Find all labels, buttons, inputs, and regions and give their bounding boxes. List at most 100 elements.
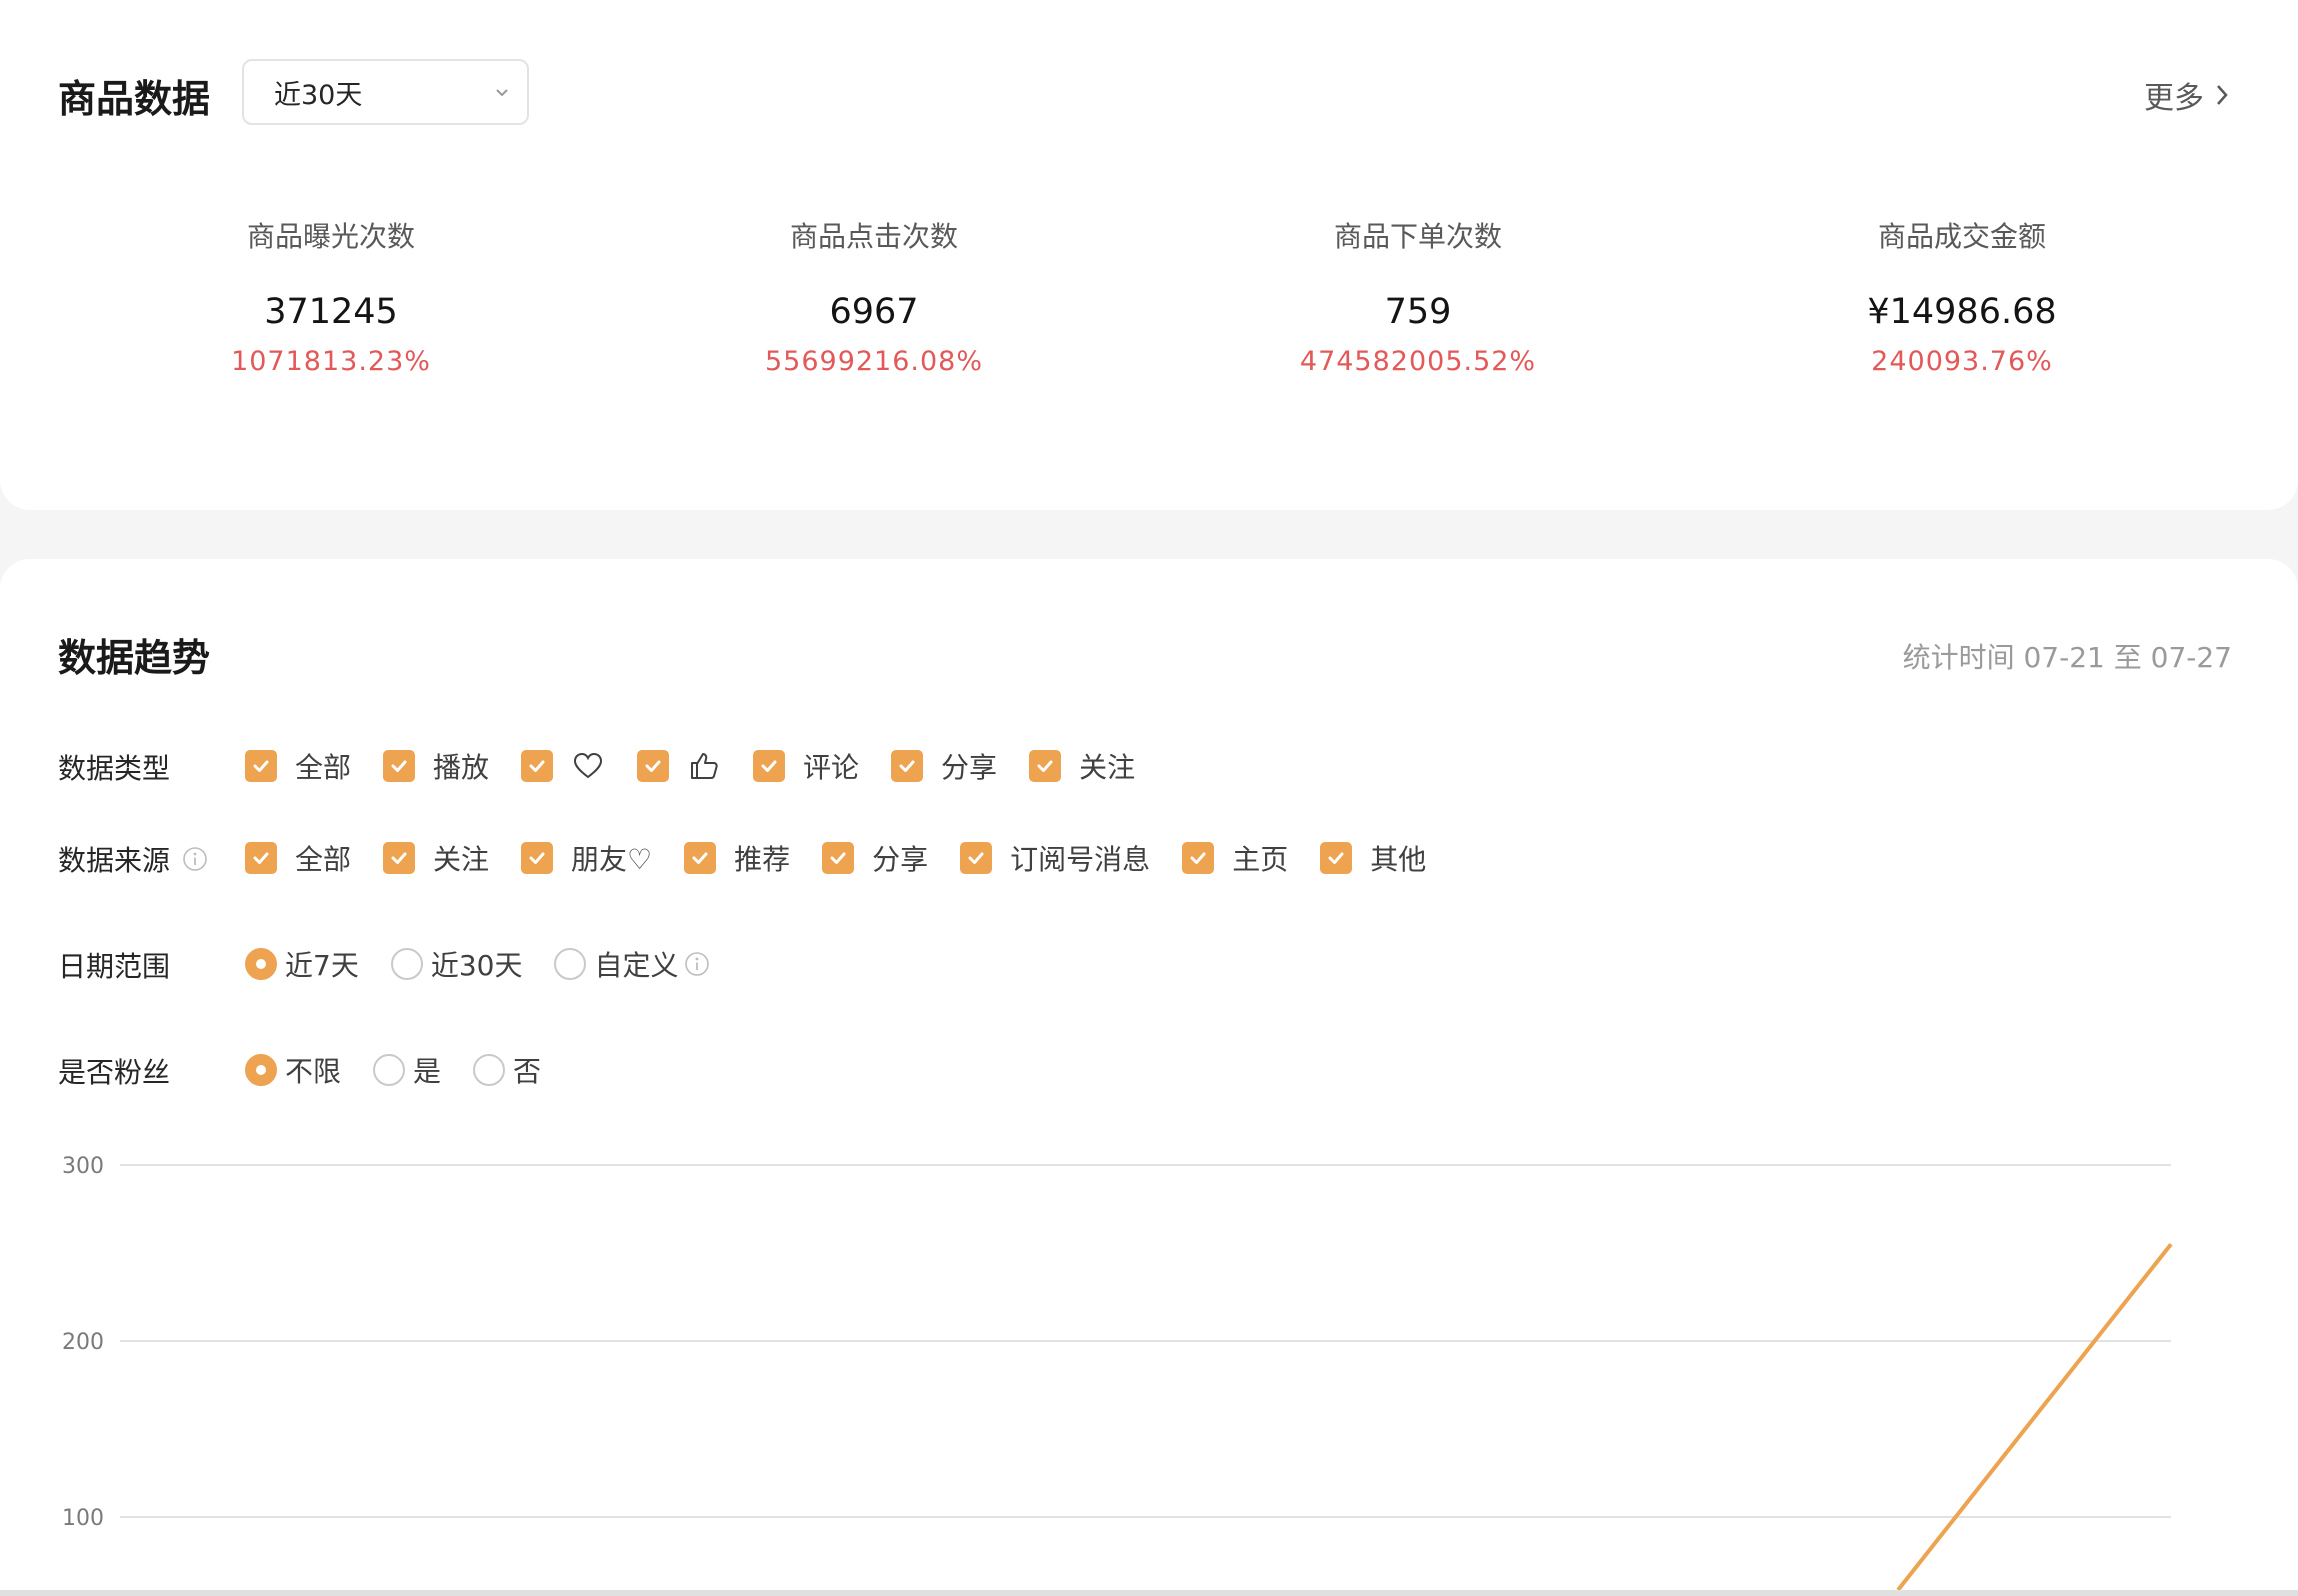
data-source-all[interactable]: 全部 — [245, 838, 351, 878]
data-source-share[interactable]: 分享 — [822, 838, 928, 878]
checkbox-checked[interactable] — [753, 750, 786, 782]
option-label: 全部 — [295, 843, 352, 876]
radio-selected[interactable] — [245, 948, 277, 980]
option-label: 朋友♡ — [571, 843, 653, 876]
radio-unselected[interactable] — [390, 948, 423, 980]
metric-change: 1071813.23% — [231, 346, 431, 377]
data-source-follow[interactable]: 关注 — [383, 838, 489, 878]
checkbox-checked[interactable] — [891, 750, 924, 782]
info-icon[interactable] — [182, 846, 208, 872]
checkbox-checked[interactable] — [1029, 750, 1062, 782]
more-link[interactable]: 更多 — [2144, 73, 2232, 117]
data-type-options: 全部 播放 评论 分享 关注 — [245, 746, 1167, 786]
metric-value: 6967 — [829, 292, 919, 332]
data-type-comment[interactable]: 评论 — [753, 746, 859, 786]
is-fan-no[interactable]: 否 — [473, 1050, 541, 1090]
checkbox-checked[interactable] — [637, 750, 670, 782]
option-label: 不限 — [285, 1055, 342, 1088]
data-source-options: 全部 关注 朋友♡ 推荐 分享 订阅号消息 主页 其他 — [245, 838, 1458, 878]
radio-selected[interactable] — [245, 1054, 277, 1086]
checkbox-checked[interactable] — [822, 842, 855, 874]
metric-label: 商品下单次数 — [1333, 220, 1502, 253]
is-fan-label: 是否粉丝 — [58, 1051, 170, 1091]
checkbox-checked[interactable] — [383, 842, 416, 874]
data-type-all[interactable]: 全部 — [245, 746, 351, 786]
data-source-friends[interactable]: 朋友♡ — [521, 838, 652, 878]
bottom-divider — [0, 1590, 2298, 1596]
chevron-right-icon — [2217, 85, 2228, 105]
thumbs-up-icon — [691, 753, 718, 779]
option-label: 播放 — [433, 751, 490, 784]
option-label: 其他 — [1370, 843, 1427, 876]
radio-unselected[interactable] — [554, 948, 587, 980]
checkbox-checked[interactable] — [521, 842, 554, 874]
data-source-recommend[interactable]: 推荐 — [684, 838, 790, 878]
is-fan-yes[interactable]: 是 — [373, 1050, 441, 1090]
info-icon[interactable] — [684, 951, 710, 977]
metric-change: 55699216.08% — [764, 346, 984, 377]
heart-icon — [574, 752, 603, 779]
option-label: 推荐 — [734, 843, 791, 876]
checkbox-checked[interactable] — [245, 750, 277, 782]
checkbox-checked[interactable] — [1182, 842, 1215, 874]
metric-label: 商品成交金额 — [1877, 220, 2046, 253]
data-trend-title: 数据趋势 — [58, 636, 211, 680]
date-range-30d[interactable]: 近30天 — [390, 944, 523, 984]
checkbox-checked[interactable] — [521, 750, 554, 782]
option-label: 订阅号消息 — [1010, 843, 1151, 876]
option-label: 关注 — [433, 843, 490, 876]
data-source-label: 数据来源 — [58, 839, 208, 879]
data-type-label: 数据类型 — [58, 747, 170, 787]
option-label: 关注 — [1079, 751, 1136, 784]
trend-line-chart: 300 200 100 — [62, 1154, 2173, 1590]
data-source-subscription[interactable]: 订阅号消息 — [960, 838, 1150, 878]
y-tick-label: 200 — [62, 1330, 104, 1355]
chevron-down-icon — [496, 89, 508, 97]
option-label: 全部 — [295, 751, 352, 784]
option-label: 分享 — [872, 843, 929, 876]
y-tick-label: 100 — [62, 1506, 104, 1531]
checkbox-checked[interactable] — [245, 842, 277, 874]
radio-unselected[interactable] — [373, 1054, 406, 1086]
metric-value: ¥14986.68 — [1867, 292, 2057, 332]
data-source-homepage[interactable]: 主页 — [1182, 838, 1288, 878]
date-range-label-text: 日期范围 — [58, 950, 171, 983]
option-label: 评论 — [803, 751, 860, 784]
metric-label: 商品点击次数 — [789, 220, 958, 253]
range-select-value: 近30天 — [274, 79, 363, 111]
option-label: 是 — [413, 1055, 442, 1088]
metric-change: 474582005.52% — [1299, 346, 1537, 377]
checkbox-checked[interactable] — [684, 842, 717, 874]
metric-change: 240093.76% — [1871, 346, 2053, 377]
data-type-label-text: 数据类型 — [58, 752, 171, 785]
range-select[interactable]: 近30天 — [242, 59, 529, 125]
radio-unselected[interactable] — [473, 1054, 506, 1086]
y-tick-label: 300 — [62, 1154, 104, 1179]
is-fan-label-text: 是否粉丝 — [58, 1056, 171, 1089]
metric-value: 759 — [1384, 292, 1452, 332]
data-type-share[interactable]: 分享 — [891, 746, 997, 786]
option-label: 主页 — [1232, 843, 1289, 876]
date-range-7d[interactable]: 近7天 — [245, 944, 359, 984]
checkbox-checked[interactable] — [960, 842, 993, 874]
option-label: 近30天 — [430, 949, 523, 982]
option-label: 自定义 — [594, 949, 679, 982]
option-label: 否 — [513, 1055, 542, 1088]
data-type-like[interactable] — [521, 749, 605, 783]
is-fan-unlimited[interactable]: 不限 — [245, 1050, 341, 1090]
more-link-label: 更多 — [2144, 81, 2204, 116]
data-source-label-text: 数据来源 — [58, 844, 171, 877]
data-type-thumbs-up[interactable] — [637, 749, 721, 783]
date-range-options: 近7天 近30天 自定义 — [245, 944, 742, 984]
checkbox-checked[interactable] — [1320, 842, 1353, 874]
checkbox-checked[interactable] — [383, 750, 416, 782]
metric-label: 商品曝光次数 — [246, 220, 415, 253]
stat-time: 统计时间 07-21 至 07-27 — [1902, 641, 2232, 674]
series-line-segment — [1896, 1242, 2173, 1590]
product-data-title: 商品数据 — [58, 77, 211, 121]
data-source-other[interactable]: 其他 — [1320, 838, 1426, 878]
date-range-custom[interactable]: 自定义 — [554, 944, 710, 984]
data-type-play[interactable]: 播放 — [383, 746, 489, 786]
data-type-follow[interactable]: 关注 — [1029, 746, 1135, 786]
is-fan-options: 不限 是 否 — [245, 1050, 573, 1090]
